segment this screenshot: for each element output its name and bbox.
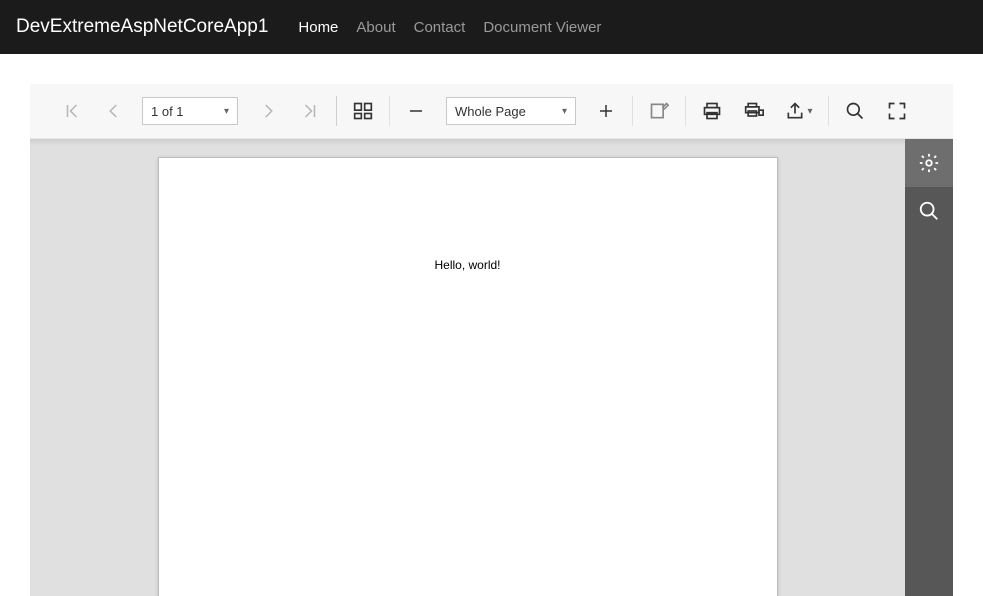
next-page-button[interactable] bbox=[248, 91, 288, 131]
export-button[interactable]: ▾ bbox=[776, 91, 822, 131]
document-canvas[interactable]: Hello, world! bbox=[30, 139, 905, 596]
print-page-button[interactable] bbox=[734, 91, 774, 131]
print-button[interactable] bbox=[692, 91, 732, 131]
separator bbox=[389, 96, 390, 126]
fullscreen-button[interactable] bbox=[877, 91, 917, 131]
nav-link-about[interactable]: About bbox=[356, 19, 395, 36]
nav-link-document-viewer[interactable]: Document Viewer bbox=[483, 19, 601, 36]
search-panel-button[interactable] bbox=[905, 187, 953, 235]
separator bbox=[828, 96, 829, 126]
zoom-out-button[interactable] bbox=[396, 91, 436, 131]
brand-title: DevExtremeAspNetCoreApp1 bbox=[16, 16, 268, 38]
printer-page-icon bbox=[744, 101, 764, 121]
nav-link-contact[interactable]: Contact bbox=[414, 19, 466, 36]
prev-page-button[interactable] bbox=[94, 91, 134, 131]
separator bbox=[336, 96, 337, 126]
zoom-level-text: Whole Page bbox=[455, 104, 526, 119]
zoom-level-dropdown[interactable]: Whole Page ▾ bbox=[446, 97, 576, 125]
page-indicator-dropdown[interactable]: 1 of 1 ▾ bbox=[142, 97, 238, 125]
last-page-icon bbox=[301, 102, 319, 120]
nav-link-home[interactable]: Home bbox=[298, 19, 338, 36]
caret-down-icon: ▾ bbox=[807, 106, 812, 117]
main-area: 1 of 1 ▾ Whole Page ▾ bbox=[0, 54, 983, 596]
separator bbox=[685, 96, 686, 126]
caret-down-icon: ▾ bbox=[224, 106, 229, 117]
page-indicator-text: 1 of 1 bbox=[151, 104, 184, 119]
viewer-toolbar: 1 of 1 ▾ Whole Page ▾ bbox=[30, 84, 953, 139]
gear-icon bbox=[918, 152, 940, 174]
first-page-icon bbox=[63, 102, 81, 120]
zoom-in-button[interactable] bbox=[586, 91, 626, 131]
document-page[interactable]: Hello, world! bbox=[158, 157, 778, 596]
chevron-left-icon bbox=[105, 102, 123, 120]
last-page-button[interactable] bbox=[290, 91, 330, 131]
search-icon bbox=[918, 200, 940, 222]
chevron-right-icon bbox=[259, 102, 277, 120]
caret-down-icon: ▾ bbox=[562, 106, 567, 117]
fullscreen-icon bbox=[887, 101, 907, 121]
edit-icon bbox=[649, 101, 669, 121]
printer-icon bbox=[702, 101, 722, 121]
shadow bbox=[30, 139, 905, 146]
export-icon bbox=[785, 101, 805, 121]
first-page-button[interactable] bbox=[52, 91, 92, 131]
multipage-icon bbox=[353, 101, 373, 121]
search-button[interactable] bbox=[835, 91, 875, 131]
document-viewer: 1 of 1 ▾ Whole Page ▾ bbox=[30, 84, 953, 596]
plus-icon bbox=[597, 102, 615, 120]
multipage-toggle-button[interactable] bbox=[343, 91, 383, 131]
separator bbox=[632, 96, 633, 126]
highlight-fields-button[interactable] bbox=[639, 91, 679, 131]
settings-panel-button[interactable] bbox=[905, 139, 953, 187]
navbar: DevExtremeAspNetCoreApp1 Home About Cont… bbox=[0, 0, 983, 54]
side-panel-rail bbox=[905, 139, 953, 596]
search-icon bbox=[845, 101, 865, 121]
minus-icon bbox=[407, 102, 425, 120]
document-content-text: Hello, world! bbox=[159, 258, 777, 272]
